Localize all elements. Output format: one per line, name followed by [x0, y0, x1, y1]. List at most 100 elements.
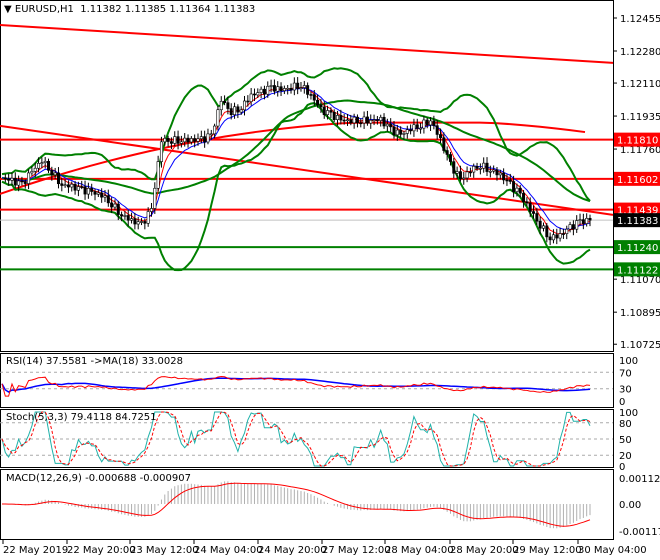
candle-body	[392, 126, 396, 136]
candle-body	[445, 150, 449, 155]
candle-body	[312, 94, 316, 101]
candle-body	[409, 129, 413, 132]
rsi-tick-label: 100	[619, 356, 638, 367]
candle-body	[96, 192, 100, 195]
candle-body	[525, 201, 529, 204]
candle-body	[252, 93, 256, 96]
candle-body	[259, 88, 263, 93]
candle-body	[558, 233, 562, 239]
candle-body	[578, 219, 582, 221]
candle-body	[515, 187, 519, 192]
candle-body	[296, 82, 300, 89]
candle-body	[113, 203, 117, 208]
candle-body	[100, 192, 104, 198]
candle-body	[236, 106, 240, 113]
candle-body	[103, 195, 107, 198]
candle-body	[568, 224, 572, 230]
candle-body	[468, 171, 472, 174]
symbol-label: EURUSD,H1	[14, 4, 74, 15]
time-tick-label: 29 May 12:00	[513, 545, 582, 556]
rsi-tick-label: 70	[619, 368, 632, 379]
dropdown-triangle-icon[interactable]: ▼	[4, 4, 12, 15]
candle-body	[176, 136, 180, 144]
candle-body	[209, 133, 213, 136]
candle-body	[488, 170, 492, 173]
level-badge-label: 1.11383	[617, 216, 658, 227]
candle-body	[20, 180, 24, 183]
candle-body	[299, 87, 303, 89]
candle-body	[565, 228, 569, 234]
level-badge-label: 1.11240	[617, 243, 658, 254]
candle-body	[80, 186, 84, 188]
candle-body	[272, 85, 276, 92]
candle-body	[399, 129, 403, 135]
candle-body	[548, 236, 552, 241]
candle-body	[541, 225, 545, 229]
candle-body	[289, 87, 293, 91]
candle-body	[345, 119, 349, 122]
candle-body	[495, 169, 499, 176]
candle-body	[243, 100, 247, 111]
candle-body	[47, 160, 51, 171]
stoch-tick-label: 0	[619, 462, 625, 473]
candle-body	[522, 192, 526, 203]
rsi-tick-label: 0	[619, 397, 625, 408]
bollinger-upper	[1, 67, 591, 202]
level-badge-label: 1.11602	[617, 175, 658, 186]
price-tick-label: 1.10725	[620, 340, 660, 351]
main-panel-frame	[0, 0, 614, 352]
candle-body	[575, 220, 579, 230]
stoch-tick-label: 80	[619, 419, 632, 430]
candle-body	[382, 116, 386, 127]
candle-body	[452, 161, 456, 174]
candle-body	[279, 86, 283, 91]
ma-slow	[1, 87, 591, 230]
candle-body	[538, 220, 542, 229]
candle-body	[196, 138, 200, 142]
candle-body	[292, 82, 296, 91]
candle-body	[581, 219, 585, 224]
candle-body	[336, 115, 340, 120]
candle-body	[143, 221, 147, 224]
candle-body	[130, 218, 134, 221]
candle-body	[306, 85, 310, 95]
price-tick-label: 1.11070	[620, 275, 660, 286]
candle-body	[478, 167, 482, 170]
candle-body	[532, 211, 536, 214]
candle-body	[302, 85, 306, 88]
candle-body	[256, 92, 260, 96]
candle-body	[30, 171, 34, 174]
candle-body	[571, 224, 575, 230]
candle-body	[375, 119, 379, 121]
candle-body	[422, 119, 426, 129]
candle-body	[365, 116, 369, 124]
candle-body	[189, 138, 193, 143]
candle-body	[485, 162, 489, 172]
time-tick-label: 30 May 04:00	[578, 545, 647, 556]
candle-body	[146, 211, 150, 224]
candle-body	[123, 215, 127, 217]
time-tick-label: 28 May 20:00	[450, 545, 519, 556]
trading-chart: 1.12455 1.12280 1.12110 1.11935 1.11760 1.110…	[0, 0, 660, 560]
candle-body	[229, 108, 233, 115]
macd-tick-label: 0.001125	[619, 474, 660, 485]
candle-body	[140, 221, 144, 223]
price-tick-label: 1.11760	[620, 145, 660, 156]
candle-body	[116, 203, 120, 215]
time-tick-label: 23 May 12:00	[130, 545, 199, 556]
candle-body	[505, 179, 509, 182]
candle-body	[492, 169, 496, 172]
candle-body	[56, 172, 60, 185]
candle-body	[455, 171, 459, 174]
time-tick-label: 22 May 2019	[3, 545, 68, 556]
rsi-label: RSI(14) 37.5581 ->MA(18) 33.0028	[6, 356, 183, 367]
candle-body	[415, 124, 419, 129]
candle-body	[120, 214, 124, 217]
candle-body	[326, 110, 330, 116]
price-tick-label: 1.12455	[620, 14, 660, 25]
candle-body	[156, 161, 160, 189]
candle-body	[83, 186, 87, 195]
candle-body	[276, 86, 280, 92]
candle-body	[419, 127, 423, 130]
time-tick-label: 24 May 20:00	[258, 545, 327, 556]
